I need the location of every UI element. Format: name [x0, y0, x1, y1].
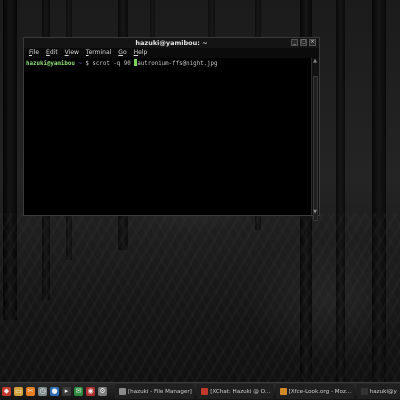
- media-icon[interactable]: ◉: [86, 387, 95, 396]
- scrollbar[interactable]: ▲ ▼: [311, 58, 319, 221]
- window-titlebar[interactable]: hazuki@yamibou: ~ _ □ ×: [24, 38, 319, 48]
- launcher-area: ◆ ▭ ✂ ◷ ● ▸ ✉ ◉ ⚙: [0, 387, 107, 396]
- task-label: [XChat: Hazuki @ O...: [210, 388, 271, 395]
- prompt-user: hazuki@yamibou: [26, 61, 75, 67]
- close-button[interactable]: ×: [309, 39, 316, 46]
- taskbar-button[interactable]: [Xfce-Look.org - Moz...: [275, 384, 354, 399]
- task-app-icon: [119, 388, 126, 395]
- taskbar-button[interactable]: hazuki@y: [356, 384, 400, 399]
- taskbar: ◆ ▭ ✂ ◷ ● ▸ ✉ ◉ ⚙ [hazuki - File Manager] [XChat:…: [0, 382, 400, 400]
- task-app-icon: [360, 388, 368, 395]
- task-label: [hazuki - File Manager]: [128, 388, 192, 395]
- window-title: hazuki@yamibou: ~: [135, 39, 208, 47]
- menu-terminal[interactable]: Terminal: [86, 48, 111, 58]
- menu-edit[interactable]: Edit: [46, 48, 58, 58]
- maximize-button[interactable]: □: [300, 39, 307, 46]
- task-label: hazuki@y: [369, 388, 397, 395]
- scroll-down-icon[interactable]: ▼: [312, 209, 318, 215]
- settings-icon[interactable]: ⚙: [98, 387, 107, 396]
- task-app-icon: [279, 388, 287, 395]
- command-tail: autronium-ffs@night.jpg: [137, 61, 218, 67]
- menu-view[interactable]: View: [65, 48, 79, 58]
- prompt-path: ~: [78, 61, 82, 67]
- menu-file[interactable]: File: [29, 48, 39, 58]
- menu-go[interactable]: Go: [118, 48, 126, 58]
- task-label: [Xfce-Look.org - Moz...: [288, 388, 352, 395]
- task-list: [hazuki - File Manager] [XChat: Hazuki @ …: [115, 384, 400, 399]
- task-app-icon: [201, 388, 209, 395]
- firefox-icon[interactable]: ●: [50, 387, 59, 396]
- scroll-up-icon[interactable]: ▲: [312, 58, 318, 64]
- clock-icon[interactable]: ◷: [38, 387, 47, 396]
- terminal-window[interactable]: hazuki@yamibou: ~ _ □ × File Edit View T…: [23, 37, 320, 221]
- minimize-button[interactable]: _: [291, 39, 298, 46]
- terminal-icon[interactable]: ▸: [62, 387, 71, 396]
- folder-icon[interactable]: ▭: [14, 387, 23, 396]
- terminal-output[interactable]: hazuki@yamibou ~ $ scrot -q 90 autronium…: [24, 58, 312, 215]
- menu-bar: File Edit View Terminal Go Help: [24, 48, 319, 58]
- menu-help[interactable]: Help: [134, 48, 148, 58]
- scroll-thumb[interactable]: [313, 76, 318, 221]
- taskbar-button[interactable]: [XChat: Hazuki @ O...: [197, 384, 273, 399]
- taskbar-button[interactable]: [hazuki - File Manager]: [115, 384, 195, 399]
- app-menu-icon[interactable]: ◆: [2, 387, 11, 396]
- chat-icon[interactable]: ✉: [74, 387, 83, 396]
- tools-icon[interactable]: ✂: [26, 387, 35, 396]
- command-text: $ scrot -q 90: [85, 61, 131, 67]
